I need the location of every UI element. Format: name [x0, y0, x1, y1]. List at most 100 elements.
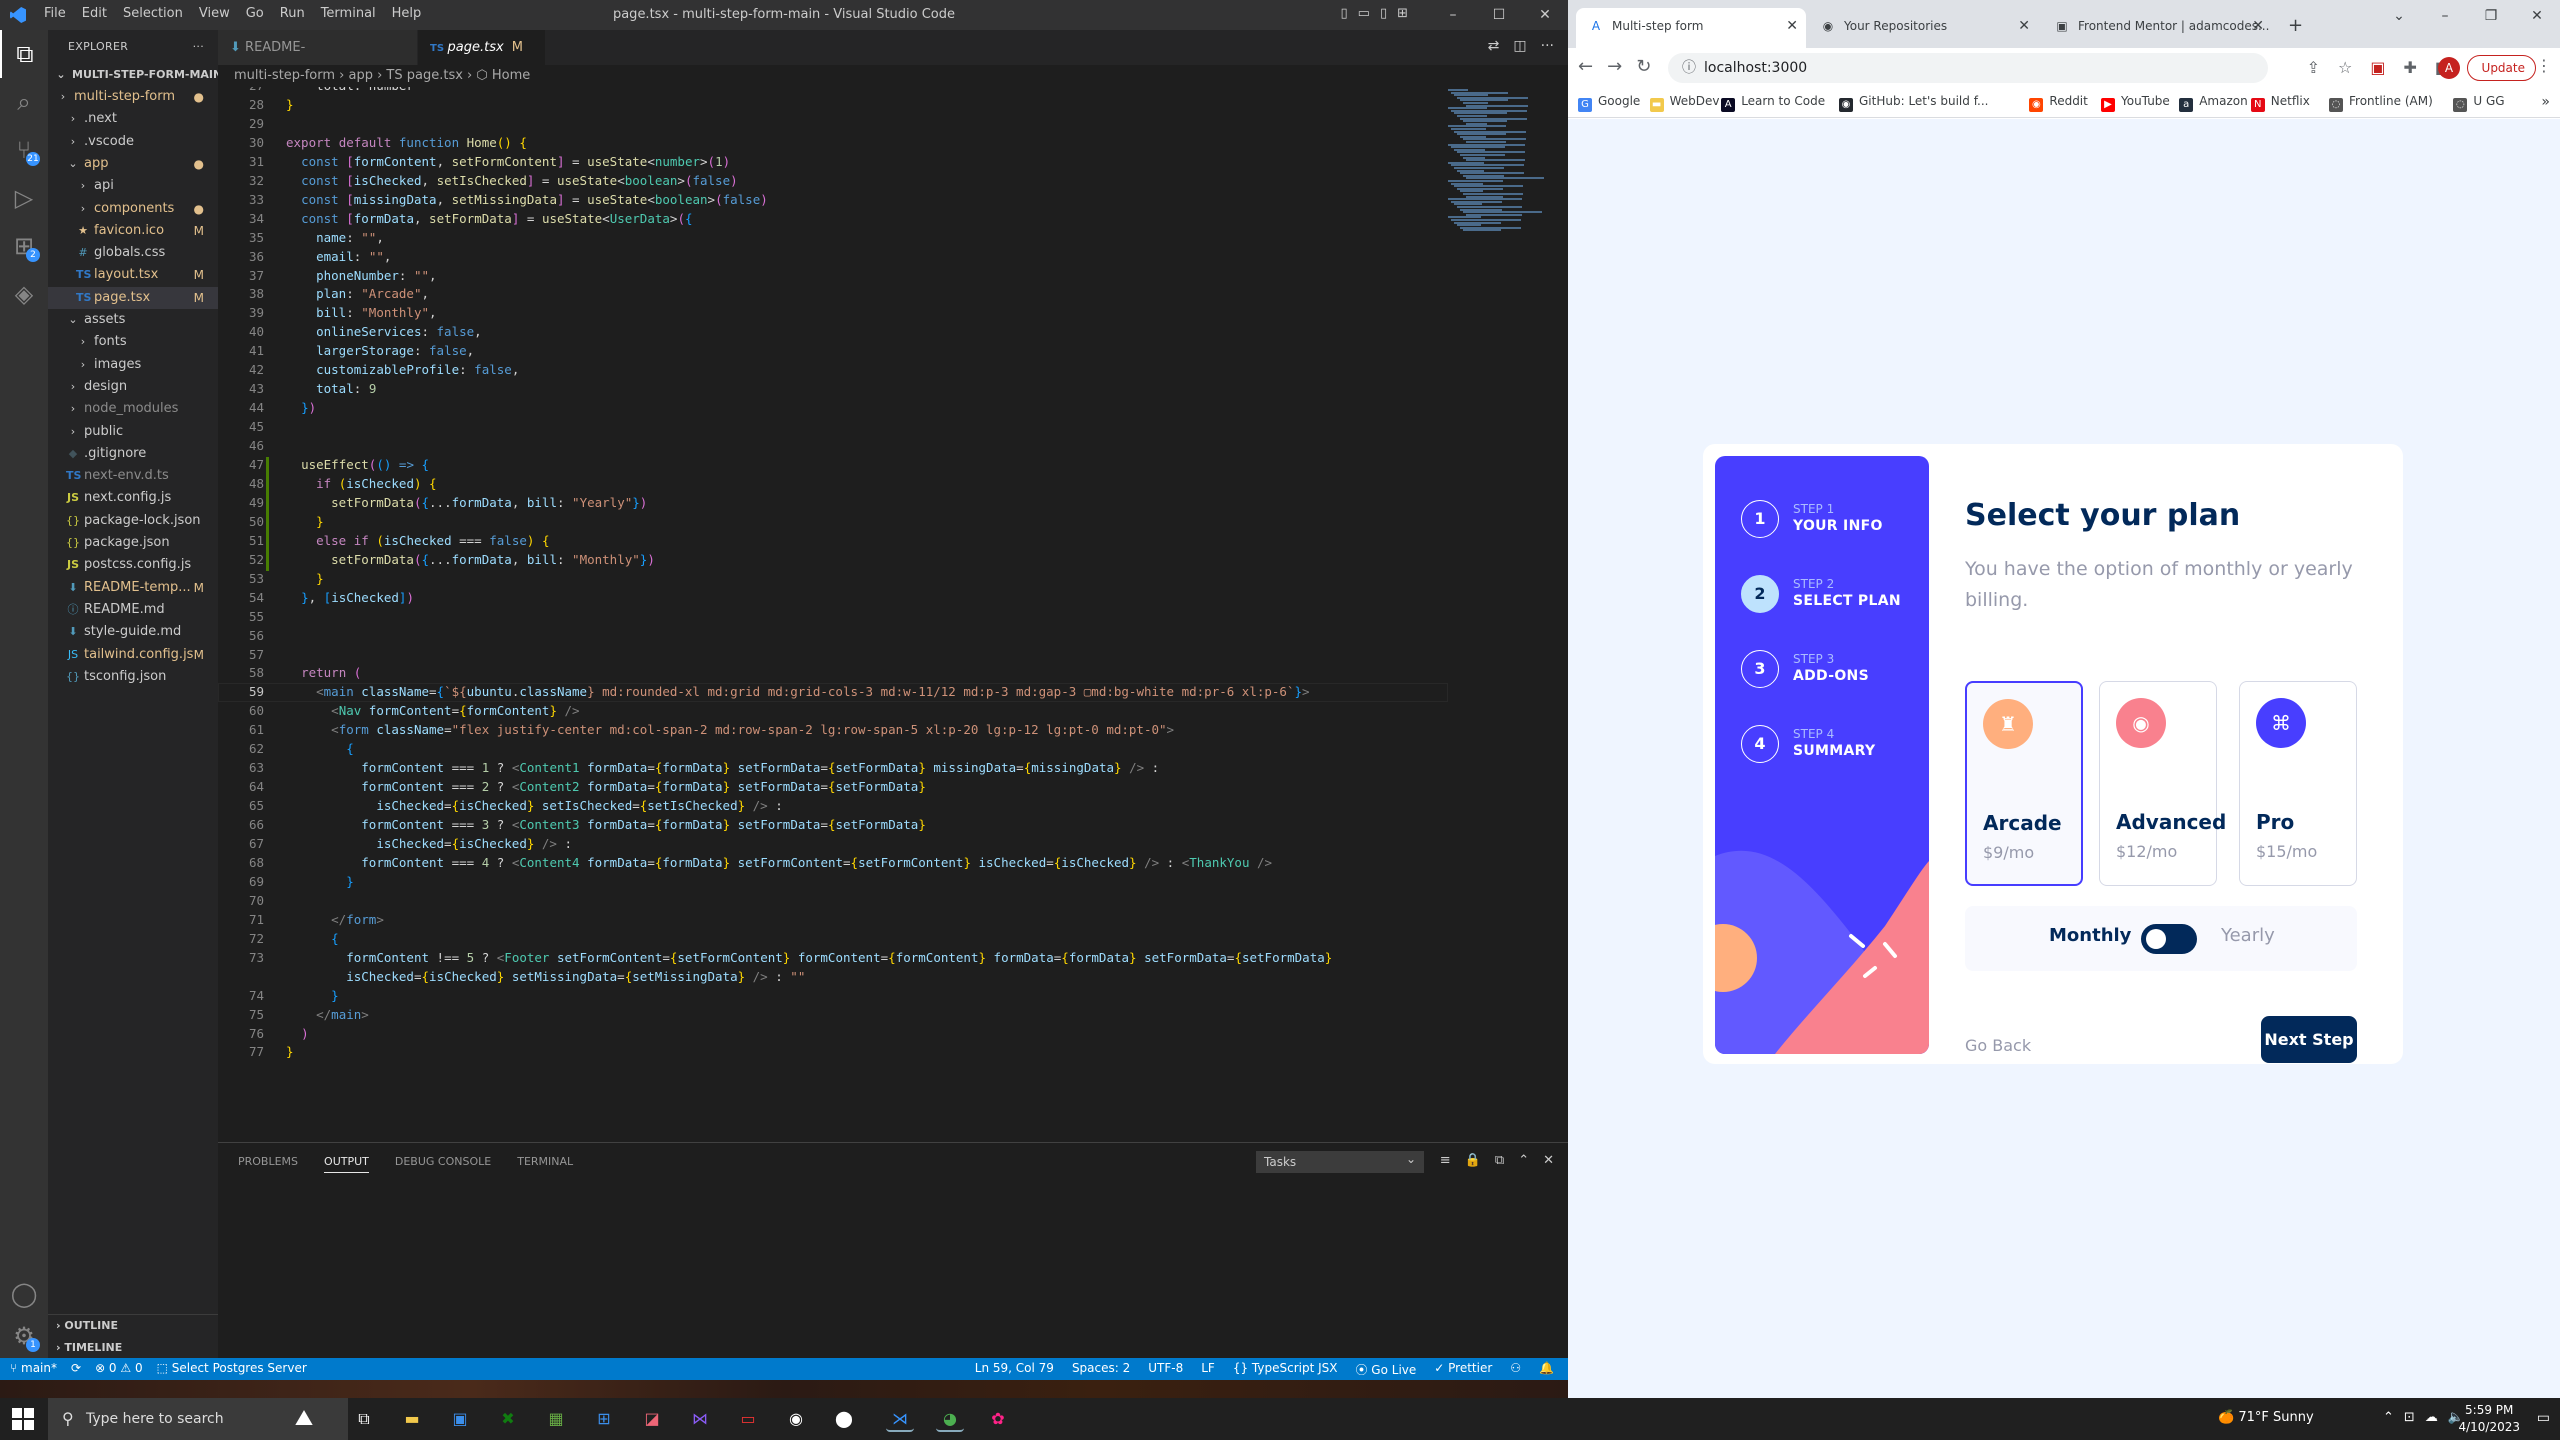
browser-tab-multi-step-form[interactable]: A Multi-step form ✕ — [1576, 8, 1806, 48]
onedrive-icon[interactable]: ☁ — [2425, 1410, 2438, 1425]
bookmark[interactable]: ◉ Reddit — [2029, 94, 2088, 112]
forward-arrow-icon[interactable]: → — [1607, 56, 1622, 77]
chrome-taskbar-icon[interactable]: ◕ — [936, 1406, 964, 1432]
maximize-button[interactable]: ☐ — [1476, 0, 1522, 30]
tree-item[interactable]: › node_modules — [48, 398, 218, 420]
clock[interactable]: 5:59 PM 4/10/2023 — [2458, 1402, 2520, 1436]
more-bookmarks-icon[interactable]: » — [2541, 94, 2550, 110]
tree-item[interactable]: ★ favicon.ico M — [48, 220, 218, 242]
panel-tab-problems[interactable]: PROBLEMS — [238, 1155, 298, 1173]
menu-view[interactable]: View — [199, 6, 230, 21]
tree-item[interactable]: TS next-env.d.ts — [48, 465, 218, 487]
chrome-menu-icon[interactable]: ⋮ — [2536, 56, 2552, 75]
tree-item[interactable]: › fonts — [48, 331, 218, 353]
close-tab-icon[interactable]: ✕ — [1786, 8, 1798, 44]
run-debug-icon[interactable]: ▷ — [0, 174, 48, 222]
windows-app-icon[interactable]: ⊞ — [590, 1406, 618, 1432]
maximize-panel-icon[interactable]: ⌃ — [1518, 1153, 1529, 1168]
bookmark[interactable]: A Learn to Code — [1721, 94, 1825, 112]
toggle-sidebar-icon[interactable]: ▯ — [1340, 6, 1347, 21]
tree-item[interactable]: JS next.config.js — [48, 487, 218, 509]
tree-item[interactable]: › public — [48, 421, 218, 443]
extension-icon[interactable]: ▣ — [2370, 58, 2385, 77]
back-arrow-icon[interactable]: ← — [1578, 56, 1593, 77]
tree-item[interactable]: ⌄ app ● — [48, 153, 218, 175]
tree-item[interactable]: › .vscode — [48, 131, 218, 153]
update-button[interactable]: Update — [2466, 55, 2536, 81]
panel-tab-debug-console[interactable]: DEBUG CONSOLE — [395, 1155, 491, 1173]
tab-readme-template[interactable]: ⬇ README-template.mdM — [218, 30, 418, 90]
tree-item[interactable]: › multi-step-form ● — [48, 86, 218, 108]
code-editor[interactable]: 27 total: number 28} 29 30 export default fu… — [218, 87, 1568, 1142]
menu-help[interactable]: Help — [392, 6, 422, 21]
customize-layout-icon[interactable]: ⊞ — [1397, 6, 1408, 21]
tree-item[interactable]: {} package.json — [48, 532, 218, 554]
accounts-icon[interactable]: ◯ — [0, 1270, 48, 1318]
tree-item[interactable]: › .next — [48, 108, 218, 130]
status-item[interactable]: {} TypeScript JSX — [1233, 1361, 1338, 1378]
source-control-icon[interactable]: ⑂ 21 — [0, 126, 48, 174]
tab-page-tsx[interactable]: TS page.tsxM ✕ — [418, 30, 546, 91]
menu-run[interactable]: Run — [280, 6, 305, 21]
tree-item[interactable]: › components ● — [48, 198, 218, 220]
split-editor-icon[interactable]: ◫ — [1513, 38, 1526, 54]
outline-section[interactable]: › OUTLINE — [48, 1315, 218, 1337]
panel-tab-terminal[interactable]: TERMINAL — [517, 1155, 573, 1173]
status-item[interactable]: ⑂ main* — [10, 1361, 57, 1375]
bookmark[interactable]: ▬ WebDev — [1649, 94, 1719, 112]
plan-pro[interactable]: ⌘ Pro $15/mo — [2239, 681, 2357, 886]
menu-edit[interactable]: Edit — [82, 6, 107, 21]
notification-icon[interactable]: ▭ — [2537, 1410, 2550, 1426]
status-item[interactable]: Spaces: 2 — [1072, 1361, 1130, 1378]
workspace-root[interactable]: ⌄ MULTI-STEP-FORM-MAIN — [48, 64, 218, 86]
bookmark[interactable]: ◌ Frontline (AM) — [2329, 94, 2433, 112]
tree-item[interactable]: ◆ .gitignore — [48, 443, 218, 465]
status-item[interactable]: Ln 59, Col 79 — [975, 1361, 1054, 1378]
file-explorer-icon[interactable]: ▬ — [398, 1406, 426, 1432]
menu-go[interactable]: Go — [246, 6, 264, 21]
extensions-icon[interactable]: ⊞ 2 — [0, 222, 48, 270]
task-view-icon[interactable]: ⧉ — [350, 1406, 378, 1432]
address-bar[interactable]: localhost:3000 — [1668, 53, 2268, 83]
close-button[interactable]: ✕ — [1522, 0, 1568, 30]
lock-icon[interactable]: 🔒 — [1465, 1153, 1481, 1168]
windows-start-icon[interactable] — [12, 1408, 34, 1430]
tree-item[interactable]: {} package-lock.json — [48, 510, 218, 532]
bookmark[interactable]: ◉ GitHub: Let's build f... — [1839, 94, 1989, 112]
billing-toggle-switch[interactable] — [2141, 924, 2197, 954]
breadcrumb[interactable]: multi-step-form › app › TS page.tsx › ⬡ … — [218, 65, 1568, 87]
tree-item[interactable]: TS layout.tsx M — [48, 264, 218, 286]
status-item[interactable]: ⚇ — [1510, 1361, 1521, 1378]
minimize-button[interactable]: – — [1430, 0, 1476, 30]
app-icon[interactable]: ▭ — [734, 1406, 762, 1432]
compare-icon[interactable]: ⇄ — [1488, 38, 1500, 54]
plan-arcade[interactable]: ♜ Arcade $9/mo — [1965, 681, 2083, 886]
tray-expand-icon[interactable]: ⌃ — [2383, 1410, 2394, 1425]
minimap[interactable] — [1444, 87, 1554, 287]
tree-item[interactable]: # globals.css — [48, 242, 218, 264]
store-icon[interactable]: ▣ — [446, 1406, 474, 1432]
status-item[interactable]: ⟳ — [71, 1361, 81, 1375]
tree-item[interactable]: › images — [48, 354, 218, 376]
browser-tab-frontend-mentor[interactable]: ▣ Frontend Mentor | adamcodes... ✕ — [2042, 8, 2272, 48]
profile-avatar[interactable]: A — [2438, 57, 2460, 79]
go-back-button[interactable]: Go Back — [1965, 1036, 2031, 1055]
tree-item[interactable]: TS page.tsx M — [48, 286, 218, 309]
more-icon[interactable]: ··· — [1541, 38, 1554, 54]
output-channel-select[interactable]: Tasks — [1256, 1148, 1424, 1173]
tree-item[interactable]: ⌄ assets — [48, 309, 218, 331]
panel-tab-output[interactable]: OUTPUT — [324, 1155, 369, 1173]
app-icon[interactable]: ⬤ — [830, 1406, 858, 1432]
browser-tab-repositories[interactable]: ◉ Your Repositories ✕ — [1808, 8, 2038, 48]
reload-icon[interactable]: ↻ — [1636, 56, 1651, 77]
tree-item[interactable]: {} tsconfig.json — [48, 666, 218, 688]
weather-widget[interactable]: 🍊 71°F Sunny — [2218, 1410, 2314, 1425]
minecraft-icon[interactable]: ▦ — [542, 1406, 570, 1432]
xbox-icon[interactable]: ✖ — [494, 1406, 522, 1432]
tree-item[interactable]: ⬇ style-guide.md — [48, 621, 218, 643]
status-item[interactable]: ✓ Prettier — [1434, 1361, 1492, 1378]
status-item[interactable]: ⬚ Select Postgres Server — [157, 1361, 307, 1375]
tab-search-icon[interactable]: ⌄ — [2376, 0, 2422, 32]
bookmark[interactable]: G Google — [1578, 94, 1640, 112]
bookmark[interactable]: N Netflix — [2250, 94, 2310, 112]
